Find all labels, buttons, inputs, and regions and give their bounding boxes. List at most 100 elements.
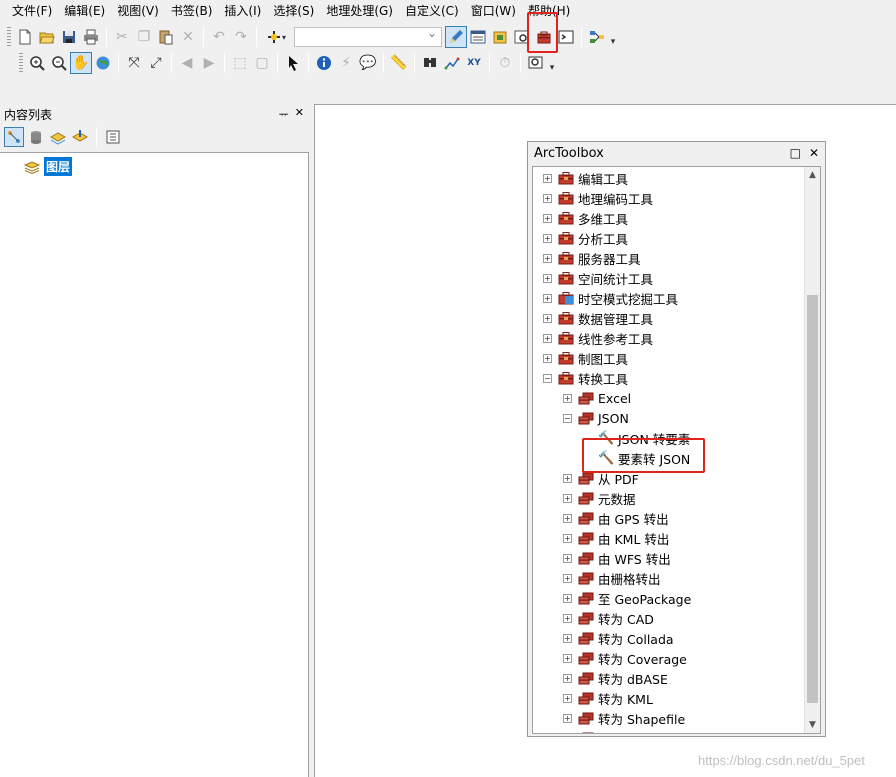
pan-icon[interactable]: ✋ — [70, 52, 92, 74]
create-viewer-window-icon[interactable] — [525, 52, 547, 74]
toolset-item[interactable]: + 转为 Collada — [563, 628, 674, 648]
toolset-item[interactable]: + 转为栅格 — [563, 728, 648, 735]
catalog-icon[interactable] — [489, 26, 511, 48]
list-by-source-icon[interactable] — [26, 127, 46, 147]
collapse-icon[interactable]: − — [543, 373, 552, 383]
delete-icon[interactable]: ✕ — [177, 26, 199, 48]
expand-icon[interactable]: + — [543, 333, 552, 343]
toolset-item[interactable]: + 由 KML 转出 — [563, 528, 669, 548]
toolbox-item[interactable]: − 转换工具 — [543, 368, 628, 388]
clear-selection-icon[interactable]: ▢ — [251, 52, 273, 74]
new-document-icon[interactable] — [14, 26, 36, 48]
zoom-in-icon[interactable] — [26, 52, 48, 74]
expand-icon[interactable]: + — [543, 173, 552, 183]
go-forward-icon[interactable]: ▶ — [198, 52, 220, 74]
toolbar-grip[interactable] — [19, 53, 23, 73]
toolset-item[interactable]: + 转为 dBASE — [563, 668, 668, 688]
expand-icon[interactable]: + — [543, 293, 552, 303]
expand-icon[interactable]: + — [543, 353, 552, 363]
expand-icon[interactable]: + — [543, 213, 552, 223]
cut-icon[interactable]: ✂ — [111, 26, 133, 48]
open-folder-icon[interactable] — [36, 26, 58, 48]
toolbox-item[interactable]: + 编辑工具 — [543, 168, 628, 188]
options-icon[interactable] — [103, 127, 123, 147]
toolbox-item[interactable]: + 数据管理工具 — [543, 308, 653, 328]
pin-icon[interactable]: ᅲ — [279, 106, 289, 122]
fixed-zoom-in-icon[interactable]: ⤧ — [123, 52, 145, 74]
toolbox-item[interactable]: + 制图工具 — [543, 348, 628, 368]
python-window-icon[interactable] — [555, 26, 577, 48]
expand-icon[interactable]: + — [563, 493, 572, 503]
identify-icon[interactable] — [313, 52, 335, 74]
hyperlink-icon[interactable]: ⚡ — [335, 52, 357, 74]
expand-icon[interactable]: + — [543, 253, 552, 263]
list-by-visibility-icon[interactable] — [48, 127, 68, 147]
expand-icon[interactable]: + — [563, 533, 572, 543]
toolset-item[interactable]: + 由 GPS 转出 — [563, 508, 669, 528]
toolbox-item[interactable]: + 分析工具 — [543, 228, 628, 248]
expand-icon[interactable]: + — [563, 734, 572, 735]
expand-icon[interactable]: + — [563, 633, 572, 643]
measure-icon[interactable]: 📏 — [388, 52, 410, 74]
select-features-icon[interactable]: ⬚ — [229, 52, 251, 74]
print-icon[interactable] — [80, 26, 102, 48]
toolset-item[interactable]: + 元数据 — [563, 488, 636, 508]
arctoolbox-icon[interactable] — [533, 26, 555, 48]
editor-toolbar-icon[interactable] — [445, 26, 467, 48]
toolset-item[interactable]: + 由 WFS 转出 — [563, 548, 671, 568]
toolbox-item[interactable]: + 线性参考工具 — [543, 328, 653, 348]
list-by-drawing-order-icon[interactable] — [4, 127, 24, 147]
select-elements-icon[interactable] — [282, 52, 304, 74]
toolbox-item[interactable]: + 多维工具 — [543, 208, 628, 228]
expand-icon[interactable]: + — [563, 653, 572, 663]
toolbar-grip[interactable] — [7, 27, 11, 47]
menu-edit[interactable]: 编辑(E) — [58, 1, 111, 21]
menu-customize[interactable]: 自定义(C) — [399, 1, 465, 21]
menu-file[interactable]: 文件(F) — [6, 1, 58, 21]
toolbox-item[interactable]: + 时空模式挖掘工具 — [543, 288, 678, 308]
expand-icon[interactable]: + — [563, 513, 572, 523]
expand-icon[interactable]: + — [563, 713, 572, 723]
close-icon[interactable]: ✕ — [809, 146, 819, 160]
expand-icon[interactable]: + — [543, 313, 552, 323]
toolset-item[interactable]: + 由栅格转出 — [563, 568, 661, 588]
time-slider-icon[interactable]: ⏱ — [494, 52, 516, 74]
expand-icon[interactable]: + — [543, 193, 552, 203]
expand-icon[interactable]: + — [543, 233, 552, 243]
expand-icon[interactable]: + — [563, 593, 572, 603]
toolset-item[interactable]: + 转为 CAD — [563, 608, 654, 628]
expand-icon[interactable]: + — [563, 573, 572, 583]
undo-icon[interactable]: ↶ — [208, 26, 230, 48]
scrollbar-thumb[interactable] — [807, 295, 818, 703]
toolbar-overflow-icon[interactable]: ▾ — [547, 53, 557, 73]
map-scale-combo[interactable] — [294, 26, 442, 47]
menu-geoprocessing[interactable]: 地理处理(G) — [320, 1, 399, 21]
menu-insert[interactable]: 插入(I) — [218, 1, 267, 21]
toolbox-item[interactable]: + 地理编码工具 — [543, 188, 653, 208]
toolset-item[interactable]: + 转为 Shapefile — [563, 708, 685, 728]
toolset-item[interactable]: − JSON — [563, 408, 629, 428]
expand-icon[interactable]: + — [563, 553, 572, 563]
scroll-up-icon[interactable]: ▲ — [805, 167, 820, 183]
toolset-item[interactable]: + 从 PDF — [563, 468, 639, 488]
modelbuilder-icon[interactable] — [586, 26, 608, 48]
fixed-zoom-out-icon[interactable]: ⤢ — [145, 52, 167, 74]
redo-icon[interactable]: ↷ — [230, 26, 252, 48]
toolset-item[interactable]: + 转为 KML — [563, 688, 653, 708]
menu-view[interactable]: 视图(V) — [111, 1, 165, 21]
expand-icon[interactable]: + — [563, 673, 572, 683]
list-by-selection-icon[interactable] — [70, 127, 90, 147]
collapse-icon[interactable]: − — [563, 413, 572, 423]
table-of-contents-icon[interactable] — [467, 26, 489, 48]
layers-dataframe[interactable]: 图层 — [24, 157, 73, 176]
find-icon[interactable] — [419, 52, 441, 74]
expand-icon[interactable]: + — [563, 693, 572, 703]
toolbox-tool-item[interactable]: 🔨 JSON 转要素 — [583, 428, 690, 448]
maximize-icon[interactable]: □ — [790, 146, 801, 160]
menu-selection[interactable]: 选择(S) — [267, 1, 320, 21]
expand-icon[interactable]: + — [543, 273, 552, 283]
add-data-icon[interactable]: ▾ — [261, 26, 291, 48]
menu-windows[interactable]: 窗口(W) — [465, 1, 522, 21]
toolset-item[interactable]: + 至 GeoPackage — [563, 588, 691, 608]
find-route-icon[interactable] — [441, 52, 463, 74]
